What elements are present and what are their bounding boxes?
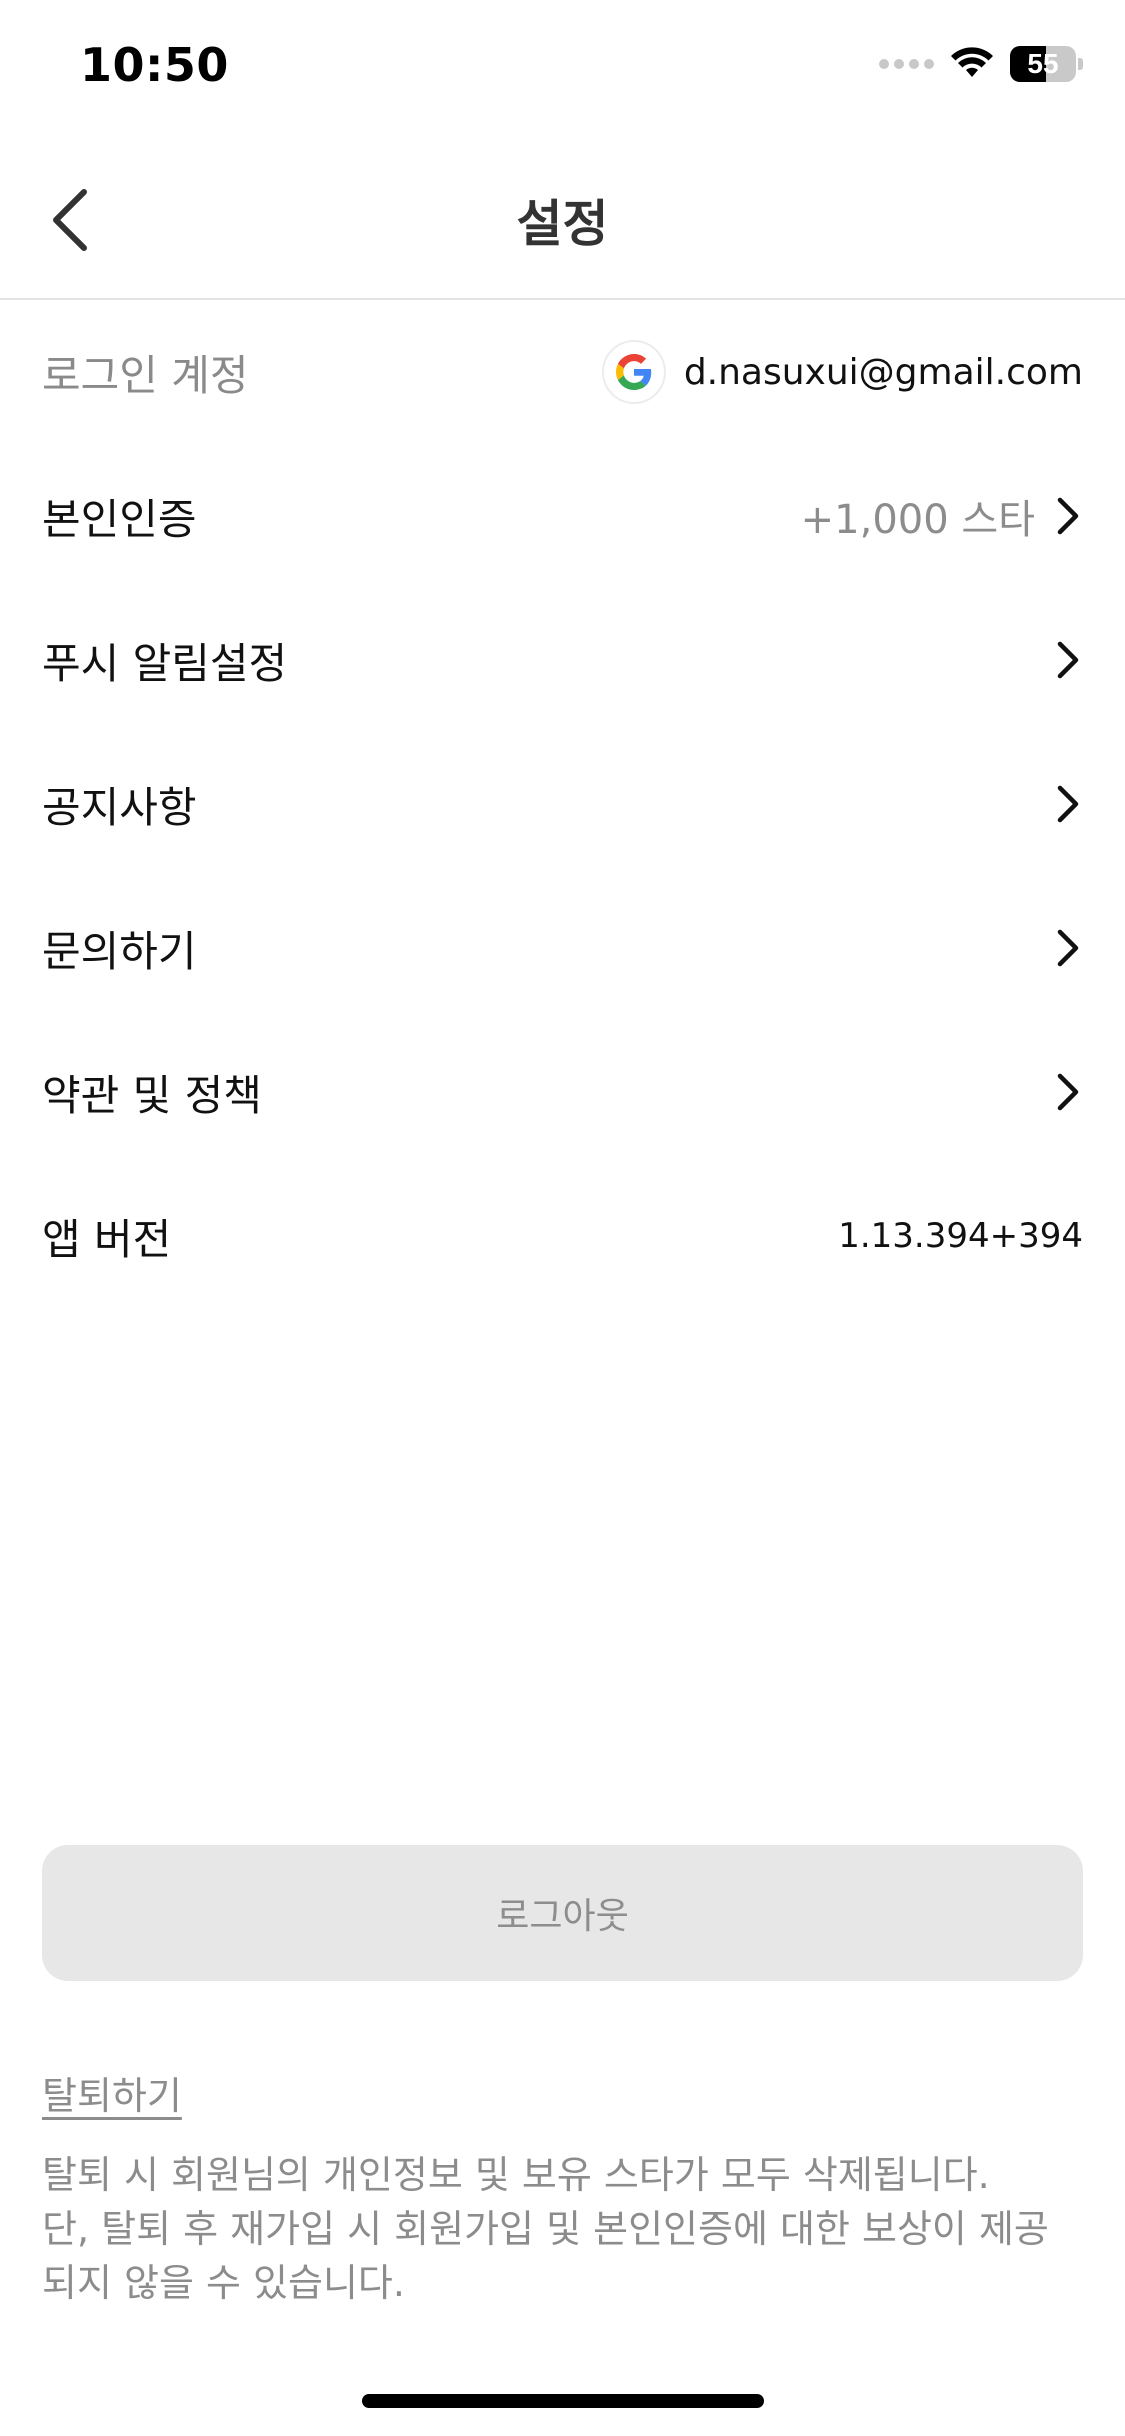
battery-level-text: 55 [1027,48,1059,79]
withdraw-notice: 탈퇴 시 회원님의 개인정보 및 보유 스타가 모두 삭제됩니다. 단, 탈퇴 … [42,2148,1083,2310]
identity-verification-row[interactable]: 본인인증 +1,000 스타 [0,444,1125,588]
withdraw-link[interactable]: 탈퇴하기 [42,2065,182,2120]
inquiry-row[interactable]: 문의하기 [0,876,1125,1020]
login-account-label: 로그인 계정 [42,350,249,400]
logout-button[interactable]: 로그아웃 [42,1845,1083,1981]
notices-label: 공지사항 [42,782,197,832]
status-indicators: 55 [879,46,1083,82]
chevron-right-icon [1053,1070,1083,1114]
status-bar: 10:50 55 [0,0,1125,140]
login-account-row: 로그인 계정 d.nasuxui@gmail.com [0,300,1125,444]
google-icon [601,340,666,404]
chevron-right-icon [1053,638,1083,682]
notices-row[interactable]: 공지사항 [0,732,1125,876]
identity-verification-label: 본인인증 [42,494,197,544]
verification-reward: +1,000 스타 [800,497,1035,543]
identity-verification-right: +1,000 스타 [801,487,1083,545]
chevron-right-icon [1053,782,1083,826]
push-settings-row[interactable]: 푸시 알림설정 [0,588,1125,732]
app-version-label: 앱 버전 [42,1214,172,1264]
status-time: 10:50 [80,38,229,92]
login-account-info: d.nasuxui@gmail.com [601,340,1083,404]
terms-label: 약관 및 정책 [42,1070,262,1120]
app-version-row: 앱 버전 1.13.394+394 [0,1164,1125,1308]
withdraw-notice-line: 탈퇴 시 회원님의 개인정보 및 보유 스타가 모두 삭제됩니다. [42,2153,990,2197]
cellular-signal-icon [879,59,934,69]
home-indicator [362,2394,764,2408]
terms-row[interactable]: 약관 및 정책 [0,1020,1125,1164]
chevron-right-icon [1053,494,1083,538]
chevron-right-icon [1053,926,1083,970]
inquiry-label: 문의하기 [42,926,197,976]
account-email: d.nasuxui@gmail.com [683,351,1083,393]
withdraw-notice-line: 단, 탈퇴 후 재가입 시 회원가입 및 본인인증에 대한 보상이 제공되지 않… [42,2207,1049,2305]
navigation-header: 설정 [0,140,1125,300]
battery-nub [1078,58,1083,70]
battery-icon: 55 [1010,46,1076,82]
wifi-icon [951,47,993,77]
page-title: 설정 [516,195,609,253]
settings-list: 로그인 계정 d.nasuxui@gmail.com 본인인증 +1,000 스… [0,300,1125,1308]
push-settings-label: 푸시 알림설정 [42,638,288,688]
app-version-value: 1.13.394+394 [838,1216,1083,1256]
